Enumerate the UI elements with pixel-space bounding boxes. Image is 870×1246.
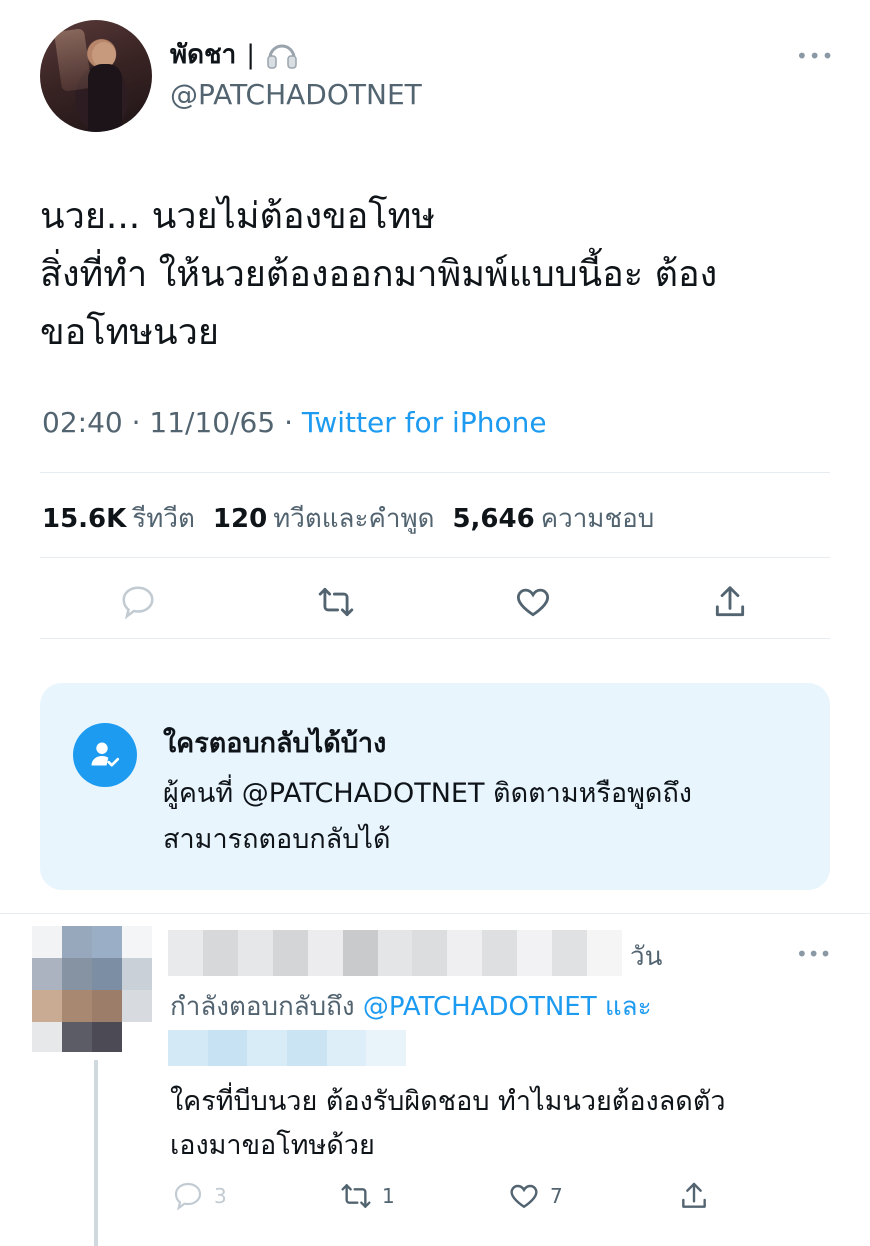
- author-name-separator: |: [246, 39, 256, 70]
- people-check-icon: [73, 723, 137, 787]
- divider: [40, 557, 830, 558]
- card-body: ผู้คนที่ @PATCHADOTNET ติดตามหรือพูดถึง …: [163, 771, 692, 863]
- quotes-stat[interactable]: 120 ทวีตและคำพูด: [213, 498, 435, 539]
- reply-reply-action[interactable]: 3: [172, 1176, 227, 1216]
- reply-text-line: ใครที่บีบนวย ต้องรับผิดชอบ ทำไมนวยต้องลด…: [170, 1086, 726, 1117]
- reply-text-line: เองมาขอโทษด้วย: [170, 1130, 375, 1161]
- card-title: ใครตอบกลับได้บ้าง: [163, 728, 387, 759]
- like-icon[interactable]: [511, 580, 555, 624]
- likes-label: ความชอบ: [540, 504, 655, 534]
- blurred-mention[interactable]: [168, 1030, 407, 1066]
- blurred-reply-name[interactable]: [168, 930, 622, 976]
- reply-reply-count: 3: [214, 1184, 227, 1208]
- tweet-text-line: นวย... นวยไม่ต้องขอโทษ: [40, 196, 436, 237]
- headphones-icon: [267, 44, 297, 69]
- reply-share-action[interactable]: [678, 1176, 710, 1216]
- thread-line: [94, 1060, 98, 1246]
- reply-avatar[interactable]: [32, 926, 152, 1052]
- retweet-icon[interactable]: [314, 580, 358, 624]
- divider: [40, 472, 830, 473]
- tweet-text: นวย... นวยไม่ต้องขอโทษ สิ่งที่ทำ ให้นวยต…: [40, 188, 840, 362]
- author-avatar[interactable]: [40, 20, 152, 132]
- retweet-icon: [341, 1184, 371, 1208]
- tweet-text-line: สิ่งที่ทำ ให้นวยต้องออกมาพิมพ์แบบนี้อะ ต…: [40, 254, 718, 295]
- author-handle[interactable]: @PATCHADOTNET: [170, 78, 422, 111]
- reply-restriction-card: ใครตอบกลับได้บ้าง ผู้คนที่ @PATCHADOTNET…: [40, 683, 830, 890]
- meta-dot: ·: [131, 406, 150, 439]
- replying-to-prefix: กำลังตอบกลับถึง: [170, 992, 355, 1022]
- reply-like-action[interactable]: 7: [508, 1176, 563, 1216]
- avatar-light: [53, 28, 93, 92]
- reply-time[interactable]: วัน: [630, 936, 662, 977]
- avatar-figure: [88, 64, 122, 132]
- card-body-line: สามารถตอบกลับได้: [163, 824, 391, 855]
- quotes-count: 120: [212, 504, 268, 534]
- reply-like-count: 7: [550, 1184, 563, 1208]
- retweets-stat[interactable]: 15.6K รีทวีต: [42, 498, 195, 539]
- tweet-text-line: ขอโทษนวย: [40, 312, 219, 353]
- likes-stat[interactable]: 5,646 ความชอบ: [452, 498, 654, 539]
- retweets-count: 15.6K: [42, 504, 127, 534]
- tweet-date[interactable]: 11/10/65: [149, 406, 275, 439]
- divider: [0, 913, 870, 914]
- card-body-line: ผู้คนที่ @PATCHADOTNET ติดตามหรือพูดถึง: [163, 778, 692, 809]
- reply-text: ใครที่บีบนวย ต้องรับผิดชอบ ทำไมนวยต้องลด…: [170, 1080, 726, 1168]
- author-name-text: พัดชา: [170, 40, 237, 70]
- replying-to: กำลังตอบกลับถึง @PATCHADOTNET และ: [170, 986, 652, 1027]
- divider: [40, 638, 830, 639]
- like-icon: [510, 1184, 538, 1209]
- reply-retweet-count: 1: [382, 1184, 395, 1208]
- reply-icon: [174, 1182, 202, 1211]
- likes-count: 5,646: [452, 504, 535, 534]
- tweet-time[interactable]: 02:40: [42, 406, 123, 439]
- tweet-source-link[interactable]: Twitter for iPhone: [302, 406, 547, 439]
- retweets-label: รีทวีต: [132, 504, 195, 534]
- tweet-meta: 02:40 · 11/10/65 · Twitter for iPhone: [42, 406, 547, 439]
- replying-to-suffix[interactable]: และ: [605, 992, 652, 1022]
- reply-retweet-action[interactable]: 1: [340, 1176, 395, 1216]
- share-icon[interactable]: [708, 580, 752, 624]
- more-options-icon[interactable]: •••: [796, 44, 834, 68]
- share-icon: [682, 1182, 706, 1208]
- author-display-name[interactable]: พัดชา |: [170, 34, 299, 75]
- reply-icon[interactable]: [116, 580, 160, 624]
- quotes-label: ทวีตและคำพูด: [273, 504, 435, 534]
- meta-dot: ·: [284, 406, 302, 439]
- reply-more-options-icon[interactable]: •••: [796, 942, 831, 966]
- tweet-stats: 15.6K รีทวีต 120 ทวีตและคำพูด 5,646 ความชอบ: [42, 498, 654, 539]
- replying-to-mention[interactable]: @PATCHADOTNET: [363, 992, 597, 1022]
